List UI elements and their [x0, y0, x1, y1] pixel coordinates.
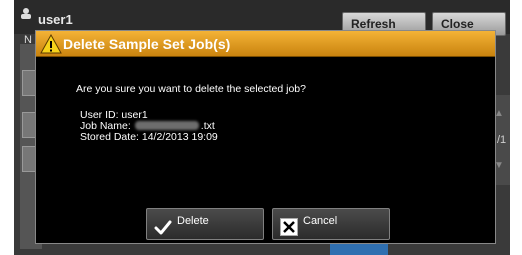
confirm-question: Are you sure you want to delete the sele… [76, 83, 306, 95]
background-bottom-button [330, 244, 388, 255]
cancel-button[interactable]: Cancel [272, 208, 390, 240]
stored-date-line: Stored Date: 14/2/2013 19:09 [80, 131, 218, 143]
delete-confirm-dialog: Delete Sample Set Job(s) Are you sure yo… [35, 30, 496, 244]
dialog-header: Delete Sample Set Job(s) [36, 31, 495, 57]
cancel-label: Cancel [303, 215, 338, 227]
delete-button[interactable]: Delete [146, 208, 264, 240]
close-x-icon [280, 218, 298, 236]
delete-label: Delete [177, 215, 209, 227]
close-label: Close [441, 17, 474, 31]
page-indicator: /1 [497, 134, 507, 146]
dialog-title: Delete Sample Set Job(s) [63, 36, 231, 52]
warning-icon [40, 34, 62, 54]
job-details: User ID: user1 Job Name: .txt Stored Date… [80, 110, 218, 143]
checkmark-icon [154, 220, 172, 235]
redacted-job-name [134, 121, 199, 130]
background-user-name: user1 [38, 12, 73, 27]
refresh-label: Refresh [351, 17, 396, 31]
user-icon [21, 8, 31, 19]
